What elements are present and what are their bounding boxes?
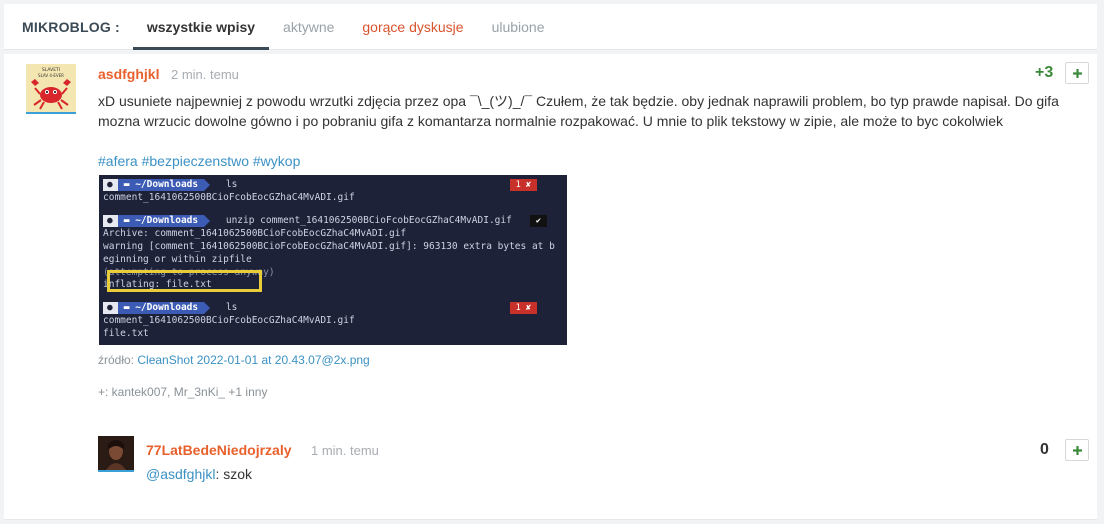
image-source: źródło: CleanShot 2022-01-01 at 20.43.07… xyxy=(98,353,370,367)
terminal-prompt: ● ▬ ~/Downloads xyxy=(103,215,211,227)
mention-link[interactable]: @asdfghjkl xyxy=(146,466,215,482)
terminal-output: eginning or within zipfile xyxy=(103,254,252,265)
svg-text:SLAV 4-EVER: SLAV 4-EVER xyxy=(38,73,64,78)
terminal-cmd-1: ls xyxy=(225,179,238,190)
terminal-error-badge: 1 ✘ xyxy=(509,179,537,191)
post-tags: #afera #bezpieczenstwo #wykop xyxy=(98,151,300,171)
reply-vote-count: 0 xyxy=(1040,441,1049,458)
folder-icon: ▬ xyxy=(123,302,136,313)
attached-image[interactable]: ● ▬ ~/Downloads ls 1 ✘ comment_164106250… xyxy=(99,175,567,345)
terminal-cmd-3: ls xyxy=(225,302,238,313)
terminal-output: comment_1641062500BCioFcobEocGZhaC4MvADI… xyxy=(103,192,355,203)
plus-icon xyxy=(1072,445,1082,455)
folder-icon: ▬ xyxy=(123,215,136,226)
mikroblog-nav: MIKROBLOG : wszystkie wpisy aktywne gorą… xyxy=(4,4,1097,50)
post-time: 2 min. temu xyxy=(171,67,239,82)
apple-icon: ● xyxy=(103,179,118,191)
reply-avatar[interactable] xyxy=(98,436,134,472)
terminal-prompt: ● ▬ ~/Downloads xyxy=(103,179,211,191)
terminal-ok-badge: ✔ xyxy=(529,215,547,227)
reply-upvote-button[interactable] xyxy=(1065,439,1089,461)
folder-icon: ▬ xyxy=(123,179,136,190)
tag-bezpieczenstwo[interactable]: #bezpieczenstwo xyxy=(142,153,249,169)
terminal-output: file.txt xyxy=(103,328,149,339)
tab-active[interactable]: aktywne xyxy=(269,4,348,50)
post-card: SLAVETI SLAV 4-EVER asdfghjkl 2 min. tem… xyxy=(4,54,1097,520)
reply-author[interactable]: 77LatBedeNiedojrzaly xyxy=(146,442,292,458)
plus-icon xyxy=(1072,68,1082,78)
tag-wykop[interactable]: #wykop xyxy=(253,153,300,169)
source-link[interactable]: CleanShot 2022-01-01 at 20.43.07@2x.png xyxy=(137,353,369,367)
post-author[interactable]: asdfghjkl xyxy=(98,66,159,82)
terminal-output: Archive: comment_1641062500BCioFcobEocGZ… xyxy=(103,228,407,239)
tab-favorites[interactable]: ulubione xyxy=(478,4,559,50)
tag-afera[interactable]: #afera xyxy=(98,153,138,169)
reply-time: 1 min. temu xyxy=(311,443,379,458)
post-vote-count: +3 xyxy=(1035,64,1054,81)
terminal-output: comment_1641062500BCioFcobEocGZhaC4MvADI… xyxy=(103,315,355,326)
reply-body: @asdfghjkl: szok xyxy=(146,466,253,482)
apple-icon: ● xyxy=(103,215,118,227)
voters-list[interactable]: +: kantek007, Mr_3nKi_ +1 inny xyxy=(98,385,267,399)
upvote-button[interactable] xyxy=(1065,62,1089,84)
card-divider xyxy=(4,519,1097,520)
terminal-cmd-2: unzip comment_1641062500BCioFcobEocGZhaC… xyxy=(225,215,512,226)
tab-all-entries[interactable]: wszystkie wpisy xyxy=(132,4,270,50)
crab-avatar-icon: SLAVETI SLAV 4-EVER xyxy=(26,64,76,112)
terminal-prompt: ● ▬ ~/Downloads xyxy=(103,302,211,314)
highlight-box xyxy=(107,270,262,292)
user-photo-icon xyxy=(98,436,134,470)
avatar[interactable]: SLAVETI SLAV 4-EVER xyxy=(26,64,76,114)
post-body: xD usuniete najpewniej z powodu wrzutki … xyxy=(98,93,1059,129)
tab-hot-discussions[interactable]: gorące dyskusje xyxy=(348,4,477,50)
terminal-error-badge: 1 ✘ xyxy=(509,302,537,314)
nav-brand: MIKROBLOG : xyxy=(22,18,120,35)
apple-icon: ● xyxy=(103,302,118,314)
terminal-output: warning [comment_1641062500BCioFcobEocGZ… xyxy=(103,241,555,252)
